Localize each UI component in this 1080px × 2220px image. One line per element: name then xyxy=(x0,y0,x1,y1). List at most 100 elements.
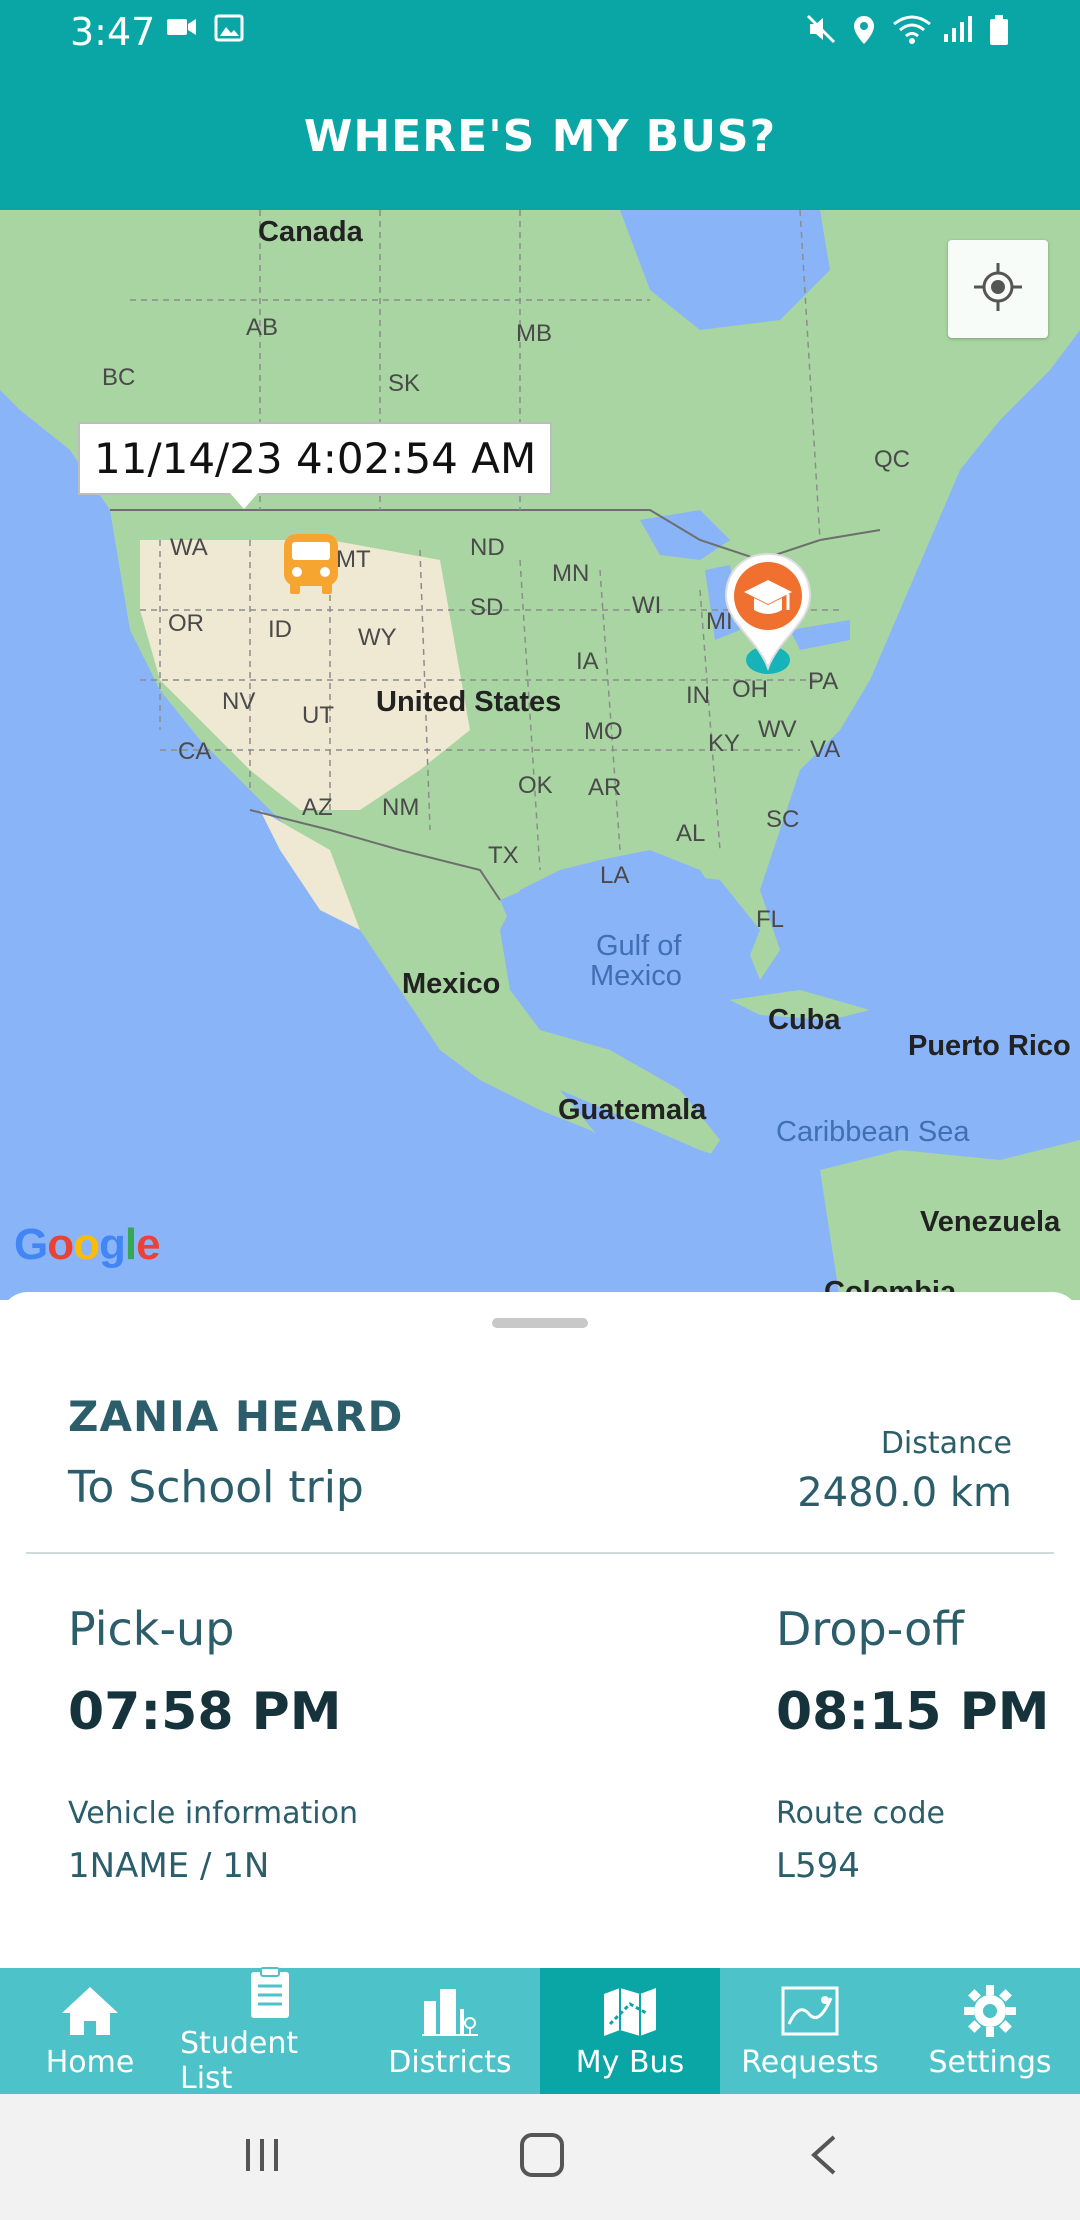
map-label-united-states: United States xyxy=(376,686,562,718)
map-label-ar: AR xyxy=(588,774,622,801)
route-code-value: L594 xyxy=(776,1846,860,1886)
map-label-wa: WA xyxy=(170,534,208,561)
distance-label: Distance xyxy=(880,1426,1012,1461)
sheet-drag-handle[interactable] xyxy=(492,1318,588,1328)
trip-name: To School trip xyxy=(68,1462,364,1513)
map-label-cuba: Cuba xyxy=(768,1004,841,1036)
map-label-mexico: Mexico xyxy=(402,968,501,1000)
recent-apps-button[interactable] xyxy=(222,2124,302,2190)
map-label-nd: ND xyxy=(470,534,505,561)
map-label-wi: WI xyxy=(632,592,662,619)
map-label-ca: CA xyxy=(178,738,212,765)
vehicle-info-value: 1NAME / 1N xyxy=(68,1846,270,1886)
recents-icon xyxy=(240,2135,284,2180)
map-label-ky: KY xyxy=(708,730,741,757)
distance-value: 2480.0 km xyxy=(797,1470,1012,1516)
tab-my-bus-label: My Bus xyxy=(575,2044,685,2080)
map-label-va: VA xyxy=(810,736,841,763)
map-label-mb: MB xyxy=(516,320,552,347)
map-view[interactable]: Canada AB BC MB SK QC WA OR ID MT WY ND … xyxy=(0,210,1080,1300)
map-label-al: AL xyxy=(676,820,706,847)
mute-icon xyxy=(806,14,838,49)
map-label-bc: BC xyxy=(102,364,136,391)
system-nav-bar xyxy=(0,2094,1080,2220)
map-label-canada: Canada xyxy=(258,216,363,248)
battery-icon xyxy=(988,14,1010,51)
buildings-icon xyxy=(418,1983,482,2039)
page-title: WHERE'S MY BUS? xyxy=(303,110,777,162)
map-label-ok: OK xyxy=(518,772,553,799)
map-label-wv: WV xyxy=(758,716,797,743)
map-label-az: AZ xyxy=(302,794,333,821)
map-icon xyxy=(778,1983,842,2039)
map-label-caribbean: Caribbean Sea xyxy=(776,1116,970,1148)
trip-details-sheet: ZANIA HEARD To School trip Distance 2480… xyxy=(0,1292,1080,1968)
map-label-tx: TX xyxy=(488,842,519,869)
map-label-nm: NM xyxy=(382,794,420,821)
student-name: ZANIA HEARD xyxy=(68,1392,404,1441)
tab-home-label: Home xyxy=(45,2044,135,2080)
map-label-or: OR xyxy=(168,610,204,637)
dropoff-time: 08:15 PM xyxy=(776,1682,1050,1742)
map-label-sk: SK xyxy=(388,370,421,397)
map-label-sc: SC xyxy=(766,806,800,833)
map-label-la: LA xyxy=(600,862,630,889)
bus-map-icon xyxy=(598,1983,662,2039)
map-label-in: IN xyxy=(686,682,710,709)
gear-icon xyxy=(958,1983,1022,2039)
back-chevron-icon xyxy=(806,2133,842,2182)
map-label-guatemala: Guatemala xyxy=(558,1094,707,1126)
crosshair-icon xyxy=(972,261,1024,318)
pickup-label: Pick-up xyxy=(68,1602,235,1656)
divider xyxy=(26,1552,1054,1554)
bus-timestamp-tooltip: 11/14/23 4:02:54 AM xyxy=(78,422,553,509)
tab-requests-label: Requests xyxy=(741,2044,879,2080)
video-icon xyxy=(166,14,198,45)
school-marker-icon[interactable] xyxy=(722,550,814,679)
map-label-qc: QC xyxy=(874,446,910,473)
map-label-puerto-rico: Puerto Rico xyxy=(908,1030,1071,1062)
tab-my-bus[interactable]: My Bus xyxy=(540,1968,720,2094)
map-label-id: ID xyxy=(268,616,292,643)
home-square-icon xyxy=(518,2131,566,2184)
bottom-tab-bar: Home Student List Districts My Bus Reque… xyxy=(0,1966,1080,2096)
tab-student-list-label: Student List xyxy=(180,2026,299,2096)
tab-settings[interactable]: Settings xyxy=(900,1968,1080,2094)
tab-requests[interactable]: Requests xyxy=(720,1968,900,2094)
location-icon xyxy=(852,14,876,51)
map-label-mn: MN xyxy=(552,560,590,587)
wifi-icon xyxy=(892,14,932,51)
tab-districts[interactable]: Districts xyxy=(360,1968,540,2094)
app-header: WHERE'S MY BUS? xyxy=(0,62,1080,210)
tab-student-list[interactable]: Student List xyxy=(180,1966,360,2096)
map-label-venezuela: Venezuela xyxy=(920,1206,1061,1238)
status-time: 3:47 xyxy=(70,10,156,54)
map-label-ab: AB xyxy=(246,314,279,341)
bus-marker-icon[interactable] xyxy=(280,532,342,601)
map-label-mo: MO xyxy=(584,718,623,745)
google-logo: Google xyxy=(14,1220,161,1269)
status-bar: 3:47 xyxy=(0,0,1080,62)
signal-icon xyxy=(942,14,974,49)
tab-settings-label: Settings xyxy=(928,2044,1052,2080)
map-label-ia: IA xyxy=(576,648,599,675)
map-label-nv: NV xyxy=(222,688,256,715)
app-screen: 3:47 WHERE'S MY BUS? Canada AB BC MB SK … xyxy=(0,0,1080,2220)
map-label-fl: FL xyxy=(756,906,785,933)
map-label-ut: UT xyxy=(302,702,334,729)
back-button[interactable] xyxy=(784,2124,864,2190)
map-label-sd: SD xyxy=(470,594,504,621)
home-icon xyxy=(58,1983,122,2039)
dropoff-label: Drop-off xyxy=(776,1602,964,1656)
clipboard-icon xyxy=(238,1966,302,2020)
tab-home[interactable]: Home xyxy=(0,1968,180,2094)
map-label-mexico-water: Mexico xyxy=(590,960,682,992)
image-icon xyxy=(214,14,244,47)
my-location-button[interactable] xyxy=(948,240,1048,338)
pickup-time: 07:58 PM xyxy=(68,1682,342,1742)
route-code-label: Route code xyxy=(776,1796,945,1831)
vehicle-info-label: Vehicle information xyxy=(68,1796,358,1831)
tab-districts-label: Districts xyxy=(388,2044,512,2080)
map-label-gulf: Gulf of xyxy=(596,930,682,962)
home-button[interactable] xyxy=(502,2124,582,2190)
